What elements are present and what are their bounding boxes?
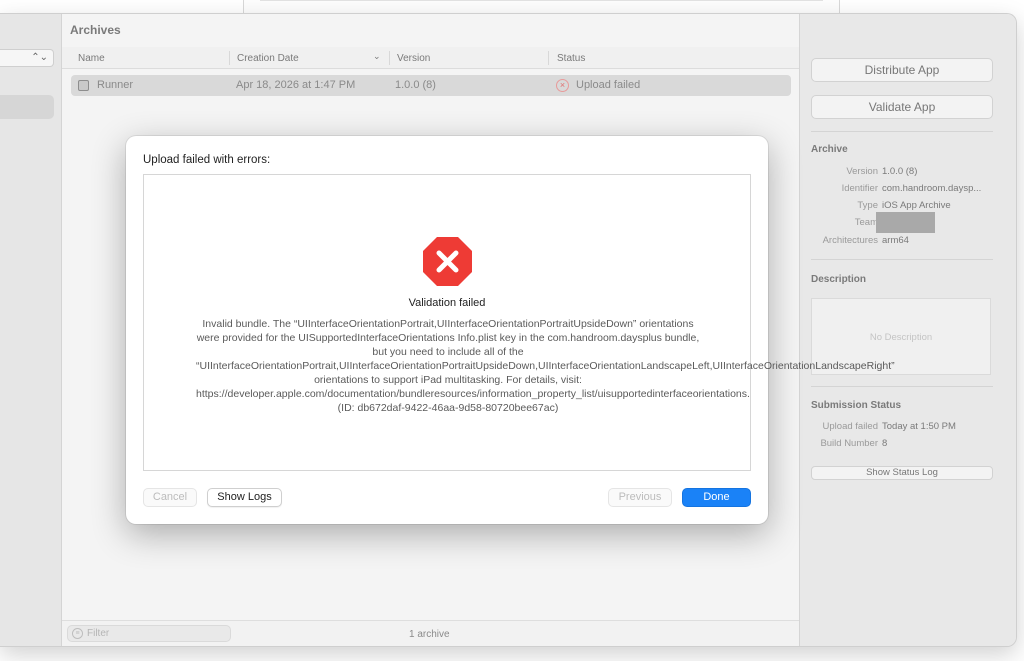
chevron-updown-icon: ⌃⌄ — [31, 52, 48, 63]
submission-build: Build Number 8 — [820, 438, 888, 449]
row-status: Upload failed — [576, 79, 641, 91]
column-header-version[interactable]: Version — [397, 53, 430, 64]
validate-app-button[interactable]: Validate App — [811, 95, 993, 119]
upload-error-dialog: Upload failed with errors: Validation fa… — [126, 136, 895, 524]
filter-icon: ≡ — [72, 628, 83, 639]
previous-button[interactable]: Previous — [608, 488, 672, 507]
row-name: Runner — [97, 79, 134, 91]
background-window — [243, 0, 840, 13]
row-date: Apr 18, 2026 at 1:47 PM — [236, 79, 356, 91]
distribute-app-button[interactable]: Distribute App — [811, 58, 993, 82]
bottom-bar: ≡ Filter 1 archive — [62, 620, 799, 646]
show-logs-button[interactable]: Show Logs — [207, 488, 282, 507]
info-version: Version 1.0.0 (8) — [846, 166, 918, 177]
pane-title: Archives — [70, 23, 121, 37]
info-architectures: Architectures arm64 — [822, 235, 909, 246]
inspector-panel: Distribute App Validate App Archive Vers… — [799, 14, 1016, 646]
filter-input[interactable]: ≡ Filter — [67, 625, 231, 642]
show-status-log-button[interactable]: Show Status Log — [811, 466, 993, 480]
error-message: Invalid bundle. The “UIInterfaceOrientat… — [196, 318, 895, 414]
validation-headline: Validation failed — [408, 297, 486, 309]
column-header-name[interactable]: Name — [78, 53, 105, 64]
column-header-status[interactable]: Status — [557, 53, 585, 64]
archive-heading: Archive — [811, 144, 848, 155]
info-identifier: Identifier com.handroom.daysp... — [841, 183, 982, 194]
redacted-team-value — [876, 212, 935, 233]
app-icon — [78, 80, 89, 91]
table-row[interactable]: Runner Apr 18, 2026 at 1:47 PM 1.0.0 (8)… — [71, 75, 791, 96]
row-version: 1.0.0 (8) — [395, 79, 436, 91]
error-details-box: Validation failed Invalid bundle. The “U… — [143, 174, 895, 471]
table-header: Name Creation Date ⌄ Version Status — [62, 47, 799, 69]
info-team: Team — [854, 217, 878, 228]
error-stop-icon — [423, 237, 472, 286]
description-heading: Description — [811, 274, 867, 285]
done-button[interactable]: Done — [682, 488, 751, 507]
sidebar-item-selected[interactable] — [0, 95, 54, 119]
column-header-creation-date[interactable]: Creation Date — [237, 53, 299, 64]
platform-selector[interactable]: ⌃⌄ — [0, 49, 54, 67]
dialog-title: Upload failed with errors: — [143, 154, 271, 166]
info-type: Type iOS App Archive — [857, 200, 951, 211]
sidebar: ⌃⌄ — [0, 14, 62, 646]
error-circle-icon: × — [556, 79, 569, 92]
submission-status-heading: Submission Status — [811, 400, 902, 411]
chevron-down-icon: ⌄ — [373, 51, 381, 61]
cancel-button[interactable]: Cancel — [143, 488, 197, 507]
archive-count: 1 archive — [409, 629, 450, 640]
submission-upload: Upload failed Today at 1:50 PM — [822, 421, 956, 432]
